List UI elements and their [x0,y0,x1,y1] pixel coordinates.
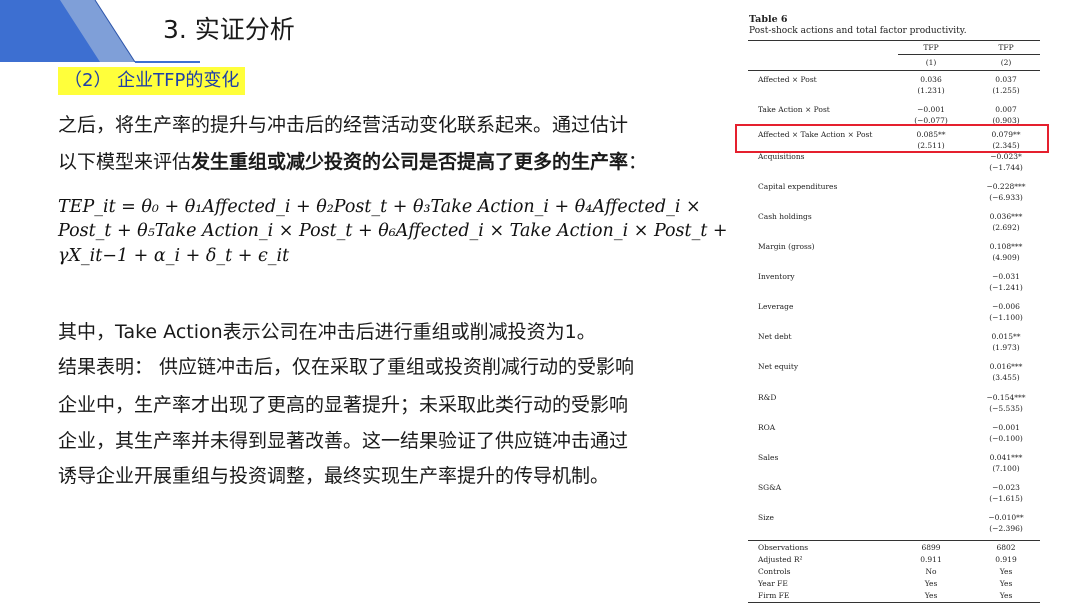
header-midrule [898,54,1040,55]
stat-value: Yes [924,591,938,600]
row-label: Sales [758,453,779,462]
coefficient-cell: 0.036*** [989,212,1023,221]
table-caption: Post-shock actions and total factor prod… [749,26,967,36]
stat-value: Yes [999,567,1013,576]
tstat-cell: (1.231) [917,86,945,95]
coefficient-cell: −0.031 [992,272,1020,281]
tstat-cell: (−2.396) [989,524,1023,533]
col2-number: (2) [1000,58,1012,67]
row-label: Margin (gross) [758,242,815,251]
stat-value: Yes [924,579,938,588]
result-line-1: 结果表明： 供应链冲击后，仅在采取了重组或投资削减行动的受影响 [58,356,635,378]
col2-header: TFP [998,43,1014,52]
coefficient-cell: −0.010** [988,513,1024,522]
row-label: SG&A [758,483,782,492]
row-label: Size [758,513,774,522]
col1-header: TFP [923,43,939,52]
row-label: Net equity [758,362,799,371]
row-label: Inventory [758,272,795,281]
coefficient-cell: 0.015** [991,332,1021,341]
coefficient-cell: 0.007 [995,105,1017,114]
stat-value: 0.911 [920,555,942,564]
coefficient-cell: 0.041*** [989,453,1023,462]
tstat-cell: (−5.535) [989,404,1023,413]
result-line-4: 诱导企业开展重组与投资调整，最终实现生产率提升的传导机制。 [58,465,610,487]
col1-number: (1) [925,58,937,67]
intro-line-2: 以下模型来评估发生重组或减少投资的公司是否提高了更多的生产率： [58,147,647,174]
formula-line-1: TEP_it = θ₀ + θ₁Affected_i + θ₂Post_t + … [58,197,701,217]
stat-value: 6899 [921,543,941,552]
highlight-box [735,124,1049,153]
row-label: R&D [758,393,777,402]
stat-value: Yes [999,579,1013,588]
row-label: Capital expenditures [758,182,838,191]
stat-label: Controls [758,567,791,576]
regression-table: Table 6 Post-shock actions and total fac… [748,12,1040,604]
slide-title: 3. 实证分析 [163,15,295,44]
stat-label: Adjusted R² [758,555,803,564]
slide: 3. 实证分析 （2） 企业TFP的变化 之后，将生产率的提升与冲击后的经营活动… [0,0,1080,608]
tstat-cell: (−1.241) [989,283,1023,292]
row-label: Net debt [758,332,792,341]
tstat-cell: (4.909) [992,253,1020,262]
coefficient-cell: 0.108*** [989,242,1023,251]
tstat-cell: (1.973) [992,343,1020,352]
tstat-cell: (−6.933) [989,193,1023,202]
coefficient-cell: −0.001 [992,423,1020,432]
result-line-3: 企业，其生产率并未得到显著改善。这一结果验证了供应链冲击通过 [58,430,629,452]
intro-colon: ： [628,151,648,173]
coefficient-cell: −0.154*** [986,393,1026,402]
coefficient-cell: 0.036 [920,75,942,84]
stat-value: 6802 [996,543,1016,552]
row-label: Acquisitions [758,152,805,161]
stat-label: Observations [758,543,809,552]
row-label: Affected × Post [758,75,817,84]
coefficient-cell: −0.023 [992,483,1020,492]
intro-emphasis: 发生重组或减少投资的公司是否提高了更多的生产率 [191,151,629,173]
stat-label: Firm FE [758,591,790,600]
row-label: Cash holdings [758,212,812,221]
stat-label: Year FE [758,579,788,588]
bottom-rule [748,602,1040,603]
intro-line-1: 之后，将生产率的提升与冲击后的经营活动变化联系起来。通过估计 [58,114,629,136]
take-action-note: 其中，Take Action表示公司在冲击后进行重组或削减投资为1。 [58,321,596,343]
stat-value: 0.919 [995,555,1017,564]
intro-text: 以下模型来评估 [58,151,192,173]
tstat-cell: (2.692) [992,223,1020,232]
coefficient-cell: −0.023* [990,152,1022,161]
row-label: ROA [758,423,776,432]
tstat-cell: (7.100) [992,464,1020,473]
tstat-cell: (−1.615) [989,494,1023,503]
coefficient-cell: 0.016*** [989,362,1023,371]
result-line-2: 企业中，生产率才出现了更高的显著提升；未采取此类行动的受影响 [58,394,629,416]
stats-rule [748,540,1040,541]
table-title: Table 6 [749,14,788,25]
coefficient-cell: −0.006 [992,302,1020,311]
stat-value: No [925,567,937,576]
formula-line-3: γX_it−1 + α_i + δ_t + ϵ_it [58,246,290,266]
tstat-cell: (−0.100) [989,434,1023,443]
row-label: Take Action × Post [758,105,830,114]
top-rule [748,40,1040,41]
coefficient-cell: −0.001 [917,105,945,114]
section-subheading: （2） 企业TFP的变化 [58,67,246,95]
tstat-cell: (−1.744) [989,163,1023,172]
tstat-cell: (−1.100) [989,313,1023,322]
stat-value: Yes [999,591,1013,600]
formula-line-2: Post_t + θ₅Take Action_i × Post_t + θ₆Af… [58,221,728,241]
coefficient-cell: −0.228*** [986,182,1026,191]
tstat-cell: (1.255) [992,86,1020,95]
row-label: Leverage [758,302,794,311]
tstat-cell: (3.455) [992,373,1020,382]
header-rule [748,70,1040,71]
coefficient-cell: 0.037 [995,75,1017,84]
